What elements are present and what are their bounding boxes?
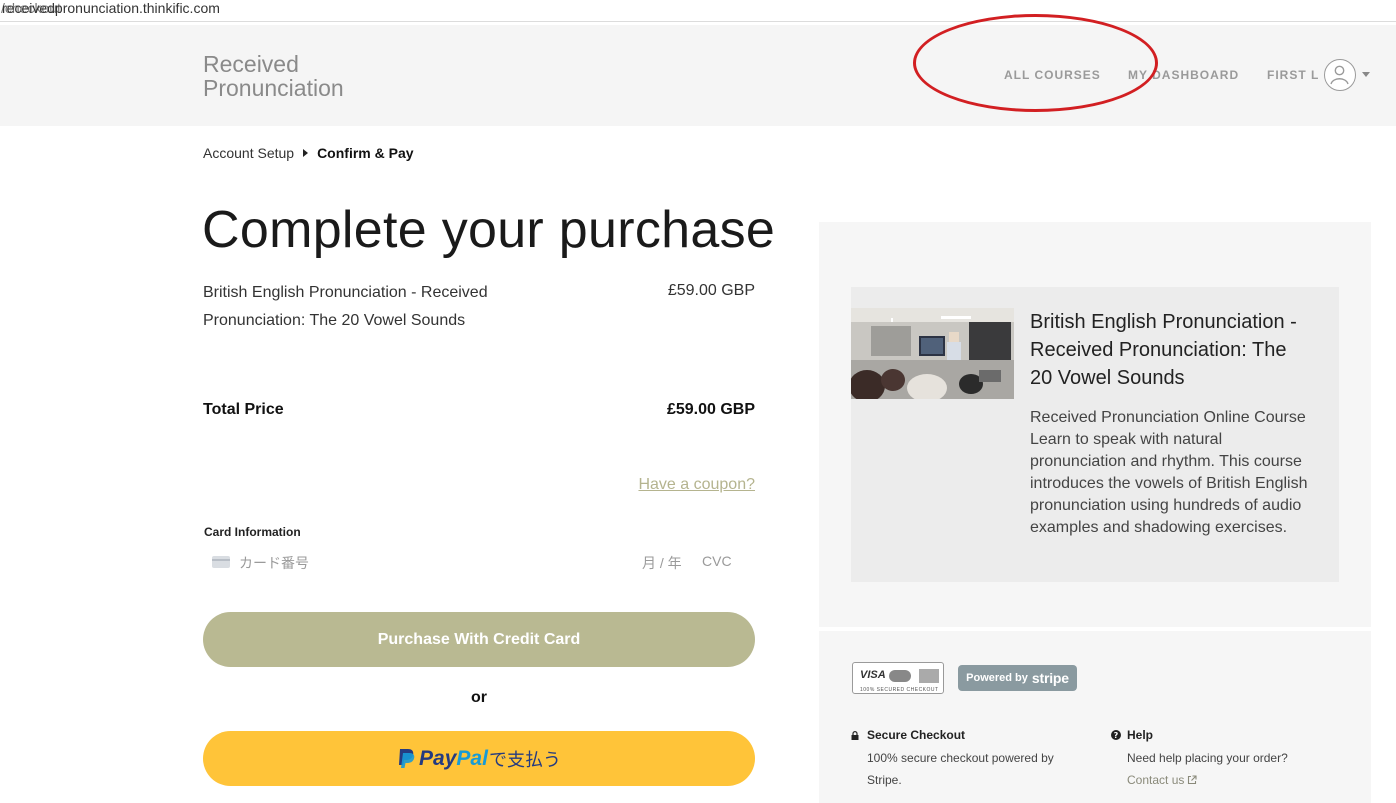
external-link-icon: [1188, 775, 1197, 785]
total-price-label: Total Price: [203, 401, 284, 418]
help-question-icon: ?: [1111, 730, 1121, 740]
page-title: Complete your purchase: [202, 201, 776, 259]
secured-checkout-caption: 100% SECURED CHECKOUT: [860, 687, 939, 693]
avatar-silhouette: [1330, 65, 1349, 85]
address-url[interactable]: receivedpronunciation.thinkific.com/chec…: [1, 0, 220, 16]
user-menu-chevron-down-icon[interactable]: [1362, 72, 1370, 77]
order-item-price: £59.00 GBP: [667, 282, 755, 299]
card-cvc-input[interactable]: CVC: [702, 553, 732, 569]
paypal-suffix-text: で支払う: [488, 749, 561, 770]
secure-checkout-text: 100% secure checkout powered by Stripe.: [867, 751, 1054, 787]
address-url-host: receivedpronunciation.thinkific.com: [2, 0, 220, 16]
checkout-breadcrumb: Account Setup Confirm & Pay: [203, 145, 414, 161]
total-price-value: £59.00 GBP: [666, 401, 755, 418]
stripe-prefix: Powered by: [966, 672, 1028, 684]
logo-line-1: Received: [203, 51, 299, 77]
logo-line-2: Pronunciation: [203, 75, 344, 101]
breadcrumb-step-confirm-pay: Confirm & Pay: [317, 145, 414, 161]
paypal-pal-text: Pal: [456, 746, 488, 770]
card-expiry-input[interactable]: 月 / 年: [642, 553, 682, 573]
site-logo[interactable]: Received Pronunciation: [203, 52, 344, 100]
accepted-cards-badge: VISA 100% SECURED CHECKOUT: [852, 662, 944, 694]
site-header: Received Pronunciation ALL COURSES MY DA…: [0, 25, 1396, 126]
or-separator: or: [471, 689, 487, 706]
course-thumbnail: [851, 308, 1014, 399]
card-information-label: Card Information: [204, 525, 301, 539]
paypal-p-icon: [399, 748, 415, 768]
order-item-name: British English Pronunciation - Received…: [203, 284, 488, 329]
course-title: British English Pronunciation - Received…: [1030, 311, 1297, 389]
card-information-field[interactable]: カード番号 月 / 年 CVC: [203, 546, 755, 578]
svg-text:?: ?: [1114, 731, 1119, 740]
card-number-input[interactable]: カード番号: [239, 553, 309, 573]
amex-icon: [919, 669, 939, 683]
course-description: Received Pronunciation Online Course Lea…: [1030, 409, 1308, 536]
breadcrumb-step-account-setup[interactable]: Account Setup: [203, 145, 294, 161]
lock-icon: [851, 731, 859, 740]
contact-us-label: Contact us: [1127, 773, 1185, 787]
paypal-pay-text: Pay: [419, 746, 457, 770]
nav-user-name[interactable]: FIRST L: [1267, 68, 1319, 82]
nav-all-courses[interactable]: ALL COURSES: [1004, 68, 1101, 82]
paypal-button[interactable]: Pay Pal で支払う: [203, 731, 755, 786]
secure-checkout-title: Secure Checkout: [867, 728, 966, 742]
mastercard-icon: [889, 670, 911, 682]
browser-address-bar[interactable]: receivedpronunciation.thinkific.com/chec…: [0, 0, 1396, 22]
breadcrumb-arrow-icon: [303, 149, 309, 157]
help-text: Need help placing your order?: [1127, 751, 1288, 765]
stripe-logo: stripe: [1031, 670, 1069, 686]
paypal-logo: Pay Pal で支払う: [397, 746, 561, 772]
purchase-with-credit-card-button[interactable]: Purchase With Credit Card: [203, 612, 755, 667]
nav-my-dashboard[interactable]: MY DASHBOARD: [1128, 68, 1239, 82]
classroom-photo: [851, 308, 1014, 399]
help-title: Help: [1127, 728, 1154, 742]
contact-us-link[interactable]: Contact us: [1127, 773, 1197, 787]
powered-by-stripe-badge[interactable]: Powered by stripe: [958, 665, 1077, 691]
credit-card-icon: [212, 556, 230, 568]
visa-logo: VISA: [860, 669, 886, 681]
coupon-link[interactable]: Have a coupon?: [600, 476, 755, 494]
user-avatar-icon[interactable]: [1324, 59, 1356, 91]
